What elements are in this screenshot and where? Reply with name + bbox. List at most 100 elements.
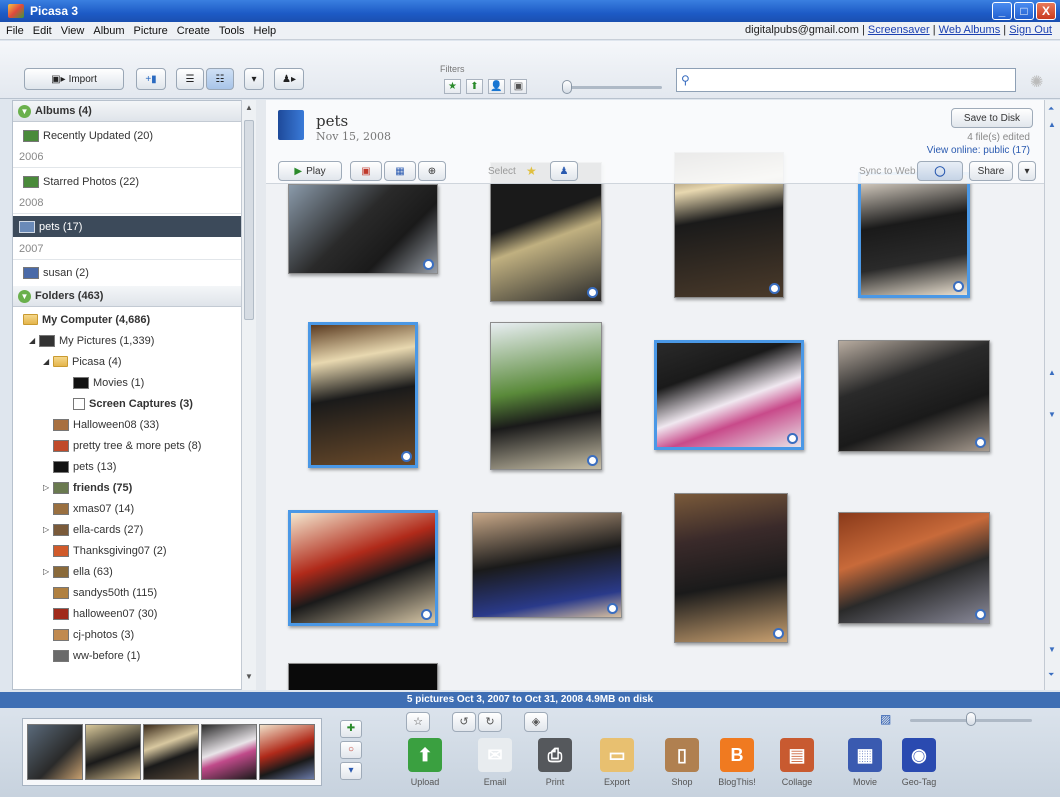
blogthis-button[interactable]: B BlogThis! [708, 738, 766, 796]
album-starred-photos[interactable]: Starred Photos (22) [13, 171, 241, 192]
folder-item[interactable]: Halloween08 (33) [13, 414, 241, 435]
filter-date-slider[interactable] [566, 86, 662, 89]
filter-slider-knob[interactable] [562, 80, 572, 94]
album-pets[interactable]: pets (17) [13, 216, 241, 237]
thumbnail-size-knob[interactable] [966, 712, 976, 726]
minimize-button[interactable]: _ [992, 2, 1012, 20]
album-title[interactable]: pets [316, 112, 348, 130]
photo-thumbnail[interactable] [858, 172, 970, 298]
select-faces-button[interactable]: ♟ [550, 161, 578, 181]
filter-faces-button[interactable]: 👤 [488, 79, 505, 94]
folders-header[interactable]: ▼ Folders (463) [13, 286, 241, 307]
menu-file[interactable]: File [6, 25, 24, 37]
tray-thumbnail[interactable] [201, 724, 257, 780]
scroll-top-icon[interactable]: ⏶ [1048, 104, 1054, 114]
share-button[interactable]: Share [969, 161, 1013, 181]
folder-item[interactable]: ▷ friends (75) [13, 477, 241, 498]
folder-item[interactable]: ww-before (1) [13, 645, 241, 666]
tray-thumbnail[interactable] [85, 724, 141, 780]
screensaver-link[interactable]: Screensaver [868, 24, 930, 36]
menu-create[interactable]: Create [177, 25, 210, 37]
photo-thumbnail[interactable] [288, 184, 438, 274]
rotate-right-button[interactable]: ↻ [478, 712, 502, 732]
photo-thumbnail[interactable] [654, 340, 804, 450]
folder-movies[interactable]: Movies (1) [13, 372, 241, 393]
view-online-link[interactable]: View online: public (17) [927, 145, 1030, 156]
scroll-bottom-icon[interactable]: ⏷ [1048, 670, 1054, 680]
photo-thumbnail[interactable] [288, 663, 438, 690]
folder-item[interactable]: pretty tree & more pets (8) [13, 435, 241, 456]
scroll-up-icon[interactable]: ▲ [1048, 120, 1056, 129]
photo-thumbnail[interactable] [674, 493, 788, 643]
email-button[interactable]: ✉ Email [466, 738, 524, 796]
menu-edit[interactable]: Edit [33, 25, 52, 37]
tray-thumbnail[interactable] [143, 724, 199, 780]
folder-item[interactable]: pets (13) [13, 456, 241, 477]
album-recently-updated[interactable]: Recently Updated (20) [13, 125, 241, 146]
menu-tools[interactable]: Tools [219, 25, 245, 37]
scrollbar-thumb[interactable] [244, 120, 254, 320]
photo-thumbnail[interactable] [490, 322, 602, 470]
tray-thumbnail[interactable] [27, 724, 83, 780]
folder-screen-captures[interactable]: Screen Captures (3) [13, 393, 241, 414]
photo-thumbnail[interactable] [838, 340, 990, 452]
shop-button[interactable]: ▯ Shop [653, 738, 711, 796]
hold-pin-icon[interactable]: ✚ [340, 720, 362, 738]
collage-button[interactable]: ▣ [350, 161, 382, 181]
folder-item[interactable]: halloween07 (30) [13, 603, 241, 624]
filter-movies-button[interactable]: ▣ [510, 79, 527, 94]
add-to-album-icon[interactable]: ▾ [340, 762, 362, 780]
expand-triangle-icon[interactable]: ▷ [43, 525, 53, 534]
close-button[interactable]: X [1036, 2, 1056, 20]
print-button[interactable]: ⎙ Print [526, 738, 584, 796]
list-view-button[interactable]: ☰ [176, 68, 204, 90]
scroll-down-icon[interactable]: ▼ [1048, 645, 1056, 654]
expand-triangle-icon[interactable]: ▷ [43, 483, 53, 492]
star-button[interactable]: ☆ [406, 712, 430, 732]
photo-grid-scrollbar[interactable]: ⏶ ▲ ▲ ▼ ▼ ⏷ [1044, 100, 1060, 690]
folder-item[interactable]: cj-photos (3) [13, 624, 241, 645]
scroll-up-icon[interactable]: ▲ [245, 103, 253, 112]
filter-starred-button[interactable]: ★ [444, 79, 461, 94]
menu-help[interactable]: Help [254, 25, 277, 37]
scroll-down-icon[interactable]: ▼ [245, 672, 253, 681]
web-albums-link[interactable]: Web Albums [939, 24, 1001, 36]
folder-item[interactable]: ▷ ella-cards (27) [13, 519, 241, 540]
geotag-button[interactable]: ⊕ [418, 161, 446, 181]
movie-button[interactable]: ▦ Movie [836, 738, 894, 796]
photo-thumbnail[interactable] [472, 512, 622, 618]
collapse-icon[interactable]: ▼ [18, 104, 31, 118]
folder-item[interactable]: ▷ ella (63) [13, 561, 241, 582]
folder-item[interactable]: Thanksgiving07 (2) [13, 540, 241, 561]
movie-button[interactable]: ▦ [384, 161, 416, 181]
people-button[interactable]: ♟▸ [274, 68, 304, 90]
album-susan[interactable]: susan (2) [13, 262, 241, 283]
panel-splitter[interactable] [256, 100, 266, 690]
folder-my-pictures[interactable]: ◢ My Pictures (1,339) [13, 330, 241, 351]
expand-triangle-icon[interactable]: ◢ [43, 357, 53, 366]
export-button[interactable]: ▭ Export [588, 738, 646, 796]
menu-album[interactable]: Album [93, 25, 124, 37]
tree-view-button[interactable]: ☷ [206, 68, 234, 90]
upload-button[interactable]: ⬆ Upload [396, 738, 454, 796]
photo-thumbnail[interactable] [288, 510, 438, 626]
search-input[interactable]: ⚲ [676, 68, 1016, 92]
rotate-left-button[interactable]: ↺ [452, 712, 476, 732]
save-to-disk-button[interactable]: Save to Disk [951, 108, 1033, 128]
albums-header[interactable]: ▼ Albums (4) [13, 101, 241, 122]
folder-picasa[interactable]: ◢ Picasa (4) [13, 351, 241, 372]
play-slideshow-button[interactable]: ▶ Play [278, 161, 342, 181]
photo-thumbnail[interactable] [838, 512, 990, 624]
scroll-up-icon[interactable]: ▲ [1048, 368, 1056, 377]
folder-my-computer[interactable]: My Computer (4,686) [13, 309, 241, 330]
sync-toggle[interactable]: ◯ [917, 161, 963, 181]
share-dropdown-button[interactable]: ▾ [1018, 161, 1036, 181]
geo-tag-button[interactable]: ◉ Geo-Tag [890, 738, 948, 796]
library-scrollbar[interactable]: ▲ ▼ [241, 100, 256, 690]
scroll-down-icon[interactable]: ▼ [1048, 410, 1056, 419]
collapse-icon[interactable]: ▼ [18, 289, 31, 303]
folder-item[interactable]: xmas07 (14) [13, 498, 241, 519]
folder-item[interactable]: sandys50th (115) [13, 582, 241, 603]
menu-view[interactable]: View [61, 25, 85, 37]
expand-triangle-icon[interactable]: ◢ [29, 336, 39, 345]
